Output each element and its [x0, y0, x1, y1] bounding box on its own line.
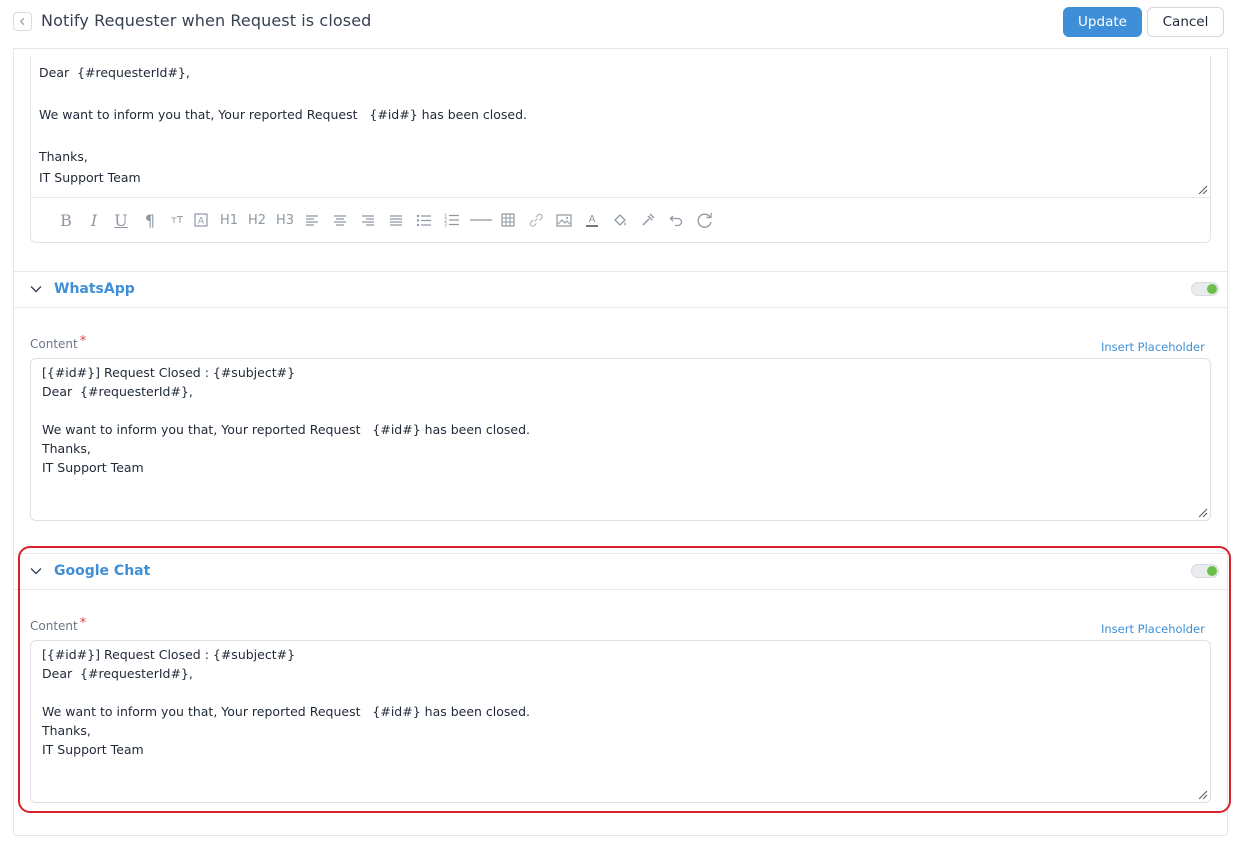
- table-icon[interactable]: [500, 210, 516, 230]
- page-title: Notify Requester when Request is closed: [41, 11, 372, 30]
- chevron-down-icon[interactable]: [30, 285, 42, 293]
- google-chat-section-title[interactable]: Google Chat: [54, 563, 150, 579]
- toggle-knob: [1207, 284, 1217, 294]
- textarea-line: Dear {#requesterId#},: [42, 666, 193, 681]
- textarea-line: [{#id#}] Request Closed : {#subject#}: [42, 647, 296, 662]
- email-line: [39, 125, 527, 146]
- align-justify-icon[interactable]: [388, 210, 404, 230]
- whatsapp-section-title[interactable]: WhatsApp: [54, 281, 135, 297]
- numbered-list-icon[interactable]: 123: [443, 210, 461, 230]
- link-icon[interactable]: [527, 210, 545, 230]
- whatsapp-insert-placeholder-link[interactable]: Insert Placeholder: [1101, 340, 1205, 354]
- image-icon[interactable]: [555, 210, 573, 230]
- textarea-line: [42, 401, 530, 420]
- horizontal-rule-icon[interactable]: [469, 210, 493, 230]
- align-right-icon[interactable]: [360, 210, 376, 230]
- toggle-knob: [1207, 566, 1217, 576]
- chevron-left-icon: [19, 17, 25, 26]
- resize-handle-icon[interactable]: [1197, 184, 1208, 195]
- align-center-icon[interactable]: [332, 210, 348, 230]
- undo-icon[interactable]: [668, 210, 684, 230]
- textarea-line: IT Support Team: [42, 460, 144, 475]
- textarea-line: Dear {#requesterId#},: [42, 384, 193, 399]
- clear-format-icon[interactable]: [640, 210, 656, 230]
- heading-3[interactable]: H3: [274, 210, 296, 230]
- google-chat-content-label: Content *: [30, 616, 87, 634]
- google-chat-section-header[interactable]: [14, 553, 1227, 589]
- google-chat-toggle[interactable]: [1191, 564, 1219, 578]
- svg-text:A: A: [589, 214, 596, 225]
- section-divider: [14, 307, 1227, 308]
- resize-handle-icon[interactable]: [1197, 789, 1208, 800]
- back-button[interactable]: [13, 12, 32, 31]
- required-mark: *: [79, 334, 87, 349]
- textarea-line: We want to inform you that, Your reporte…: [42, 422, 531, 437]
- font-size-icon[interactable]: ᴛT: [168, 210, 186, 230]
- textarea-line: Thanks,: [42, 441, 91, 456]
- whatsapp-content-text: [{#id#}] Request Closed : {#subject#} De…: [42, 363, 530, 477]
- email-line: [39, 83, 527, 104]
- resize-handle-icon[interactable]: [1197, 507, 1208, 518]
- bullet-list-icon[interactable]: [415, 210, 433, 230]
- email-line: IT Support Team: [39, 170, 141, 185]
- redo-icon[interactable]: [695, 210, 715, 230]
- label-text: Content: [30, 619, 78, 633]
- whatsapp-content-label: Content *: [30, 334, 87, 352]
- textarea-line: [{#id#}] Request Closed : {#subject#}: [42, 365, 296, 380]
- fill-color-icon[interactable]: [611, 210, 629, 230]
- update-button[interactable]: Update: [1063, 7, 1142, 37]
- textarea-line: IT Support Team: [42, 742, 144, 757]
- section-divider: [14, 589, 1227, 590]
- heading-2[interactable]: H2: [246, 210, 268, 230]
- cancel-button[interactable]: Cancel: [1147, 7, 1224, 37]
- textarea-line: [42, 683, 530, 702]
- whatsapp-section-header[interactable]: [14, 271, 1227, 307]
- email-line: We want to inform you that, Your reporte…: [39, 107, 528, 122]
- align-left-icon[interactable]: [304, 210, 320, 230]
- paragraph-icon[interactable]: ¶: [141, 210, 159, 230]
- underline-icon[interactable]: U: [112, 210, 130, 230]
- email-editor-content[interactable]: Dear {#requesterId#}, We want to inform …: [39, 62, 527, 188]
- email-line: Thanks,: [39, 149, 88, 164]
- bold-icon[interactable]: B: [57, 210, 75, 230]
- textarea-line: We want to inform you that, Your reporte…: [42, 704, 531, 719]
- text-box-icon[interactable]: A: [192, 210, 210, 230]
- svg-text:A: A: [198, 217, 205, 227]
- chevron-down-icon[interactable]: [30, 567, 42, 575]
- textarea-line: Thanks,: [42, 723, 91, 738]
- svg-text:3: 3: [444, 223, 447, 228]
- google-chat-insert-placeholder-link[interactable]: Insert Placeholder: [1101, 622, 1205, 636]
- text-color-icon[interactable]: A: [584, 210, 600, 230]
- email-line: Dear {#requesterId#},: [39, 65, 190, 80]
- label-text: Content: [30, 337, 78, 351]
- google-chat-content-text: [{#id#}] Request Closed : {#subject#} De…: [42, 645, 530, 759]
- page-header: Notify Requester when Request is closed …: [0, 0, 1241, 44]
- heading-1[interactable]: H1: [218, 210, 240, 230]
- italic-icon[interactable]: I: [85, 210, 103, 230]
- required-mark: *: [79, 616, 87, 631]
- whatsapp-toggle[interactable]: [1191, 282, 1219, 296]
